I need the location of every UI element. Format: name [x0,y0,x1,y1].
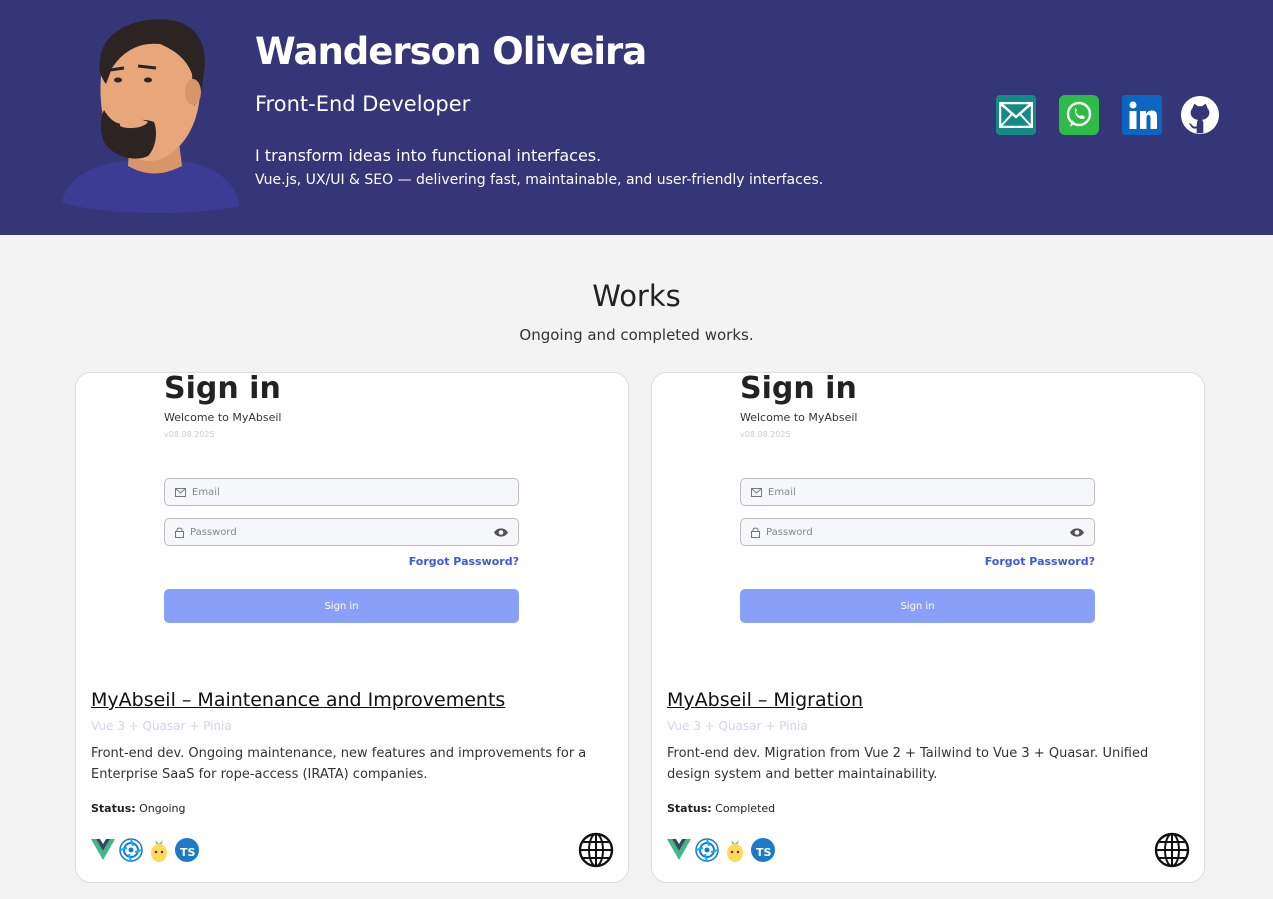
lock-icon [751,527,760,538]
whatsapp-link[interactable] [1059,95,1099,135]
status-value: Completed [715,802,776,815]
profile-name: Wanderson Oliveira [255,30,647,73]
github-icon [1180,95,1220,135]
vue-icon [667,838,691,862]
work-stack: Vue 3 + Quasar + Pinia [667,719,808,733]
preview-version: v08.08.2025 [740,430,791,439]
work-stack: Vue 3 + Quasar + Pinia [91,719,232,733]
profile-role: Front-End Developer [255,92,471,116]
whatsapp-icon [1066,101,1092,127]
preview-signin-title: Sign in [164,372,281,406]
preview-password-field: Password [164,518,519,546]
profile-subtagline: Vue.js, UX/UI & SEO — delivering fast, m… [255,172,824,188]
profile-tagline: I transform ideas into functional interf… [255,146,602,165]
preview-password-field: Password [740,518,1095,546]
preview-forgot-link: Forgot Password? [984,555,1095,568]
status-label: Status: [667,802,712,815]
work-card: Sign in Welcome to MyAbseil v08.08.2025 … [75,372,629,883]
work-card: Sign in Welcome to MyAbseil v08.08.2025 … [651,372,1205,883]
preview-version: v08.08.2025 [164,430,215,439]
eye-icon [1070,528,1084,537]
lock-icon [175,527,184,538]
tech-icons: TS [667,837,775,863]
work-preview-image: Sign in Welcome to MyAbseil v08.08.2025 … [76,373,628,673]
vue-icon [91,838,115,862]
typescript-icon: TS [175,838,199,862]
avatar [62,19,240,214]
linkedin-link[interactable] [1122,95,1162,135]
mail-icon [175,487,186,497]
website-globe-icon[interactable] [578,832,614,868]
work-status: Status: Ongoing [91,802,186,815]
preview-email-field: Email [164,478,519,506]
work-preview-image: Sign in Welcome to MyAbseil v08.08.2025 … [652,373,1204,673]
preview-password-placeholder: Password [190,526,237,538]
pinia-icon [147,838,171,862]
work-description: Front-end dev. Ongoing maintenance, new … [91,746,587,782]
tech-icons: TS [91,837,199,863]
email-link[interactable] [996,95,1036,135]
works-title: Works [592,279,681,313]
preview-welcome-text: Welcome to MyAbseil [164,411,282,424]
work-title-link[interactable]: MyAbseil – Migration [667,689,863,711]
eye-icon [494,528,508,537]
preview-email-field: Email [740,478,1095,506]
preview-forgot-link: Forgot Password? [408,555,519,568]
mail-icon [751,487,762,497]
preview-email-placeholder: Email [768,486,796,498]
preview-signin-button: Sign in [164,589,519,623]
preview-welcome-text: Welcome to MyAbseil [740,411,858,424]
email-icon [999,102,1033,128]
svg-text:TS: TS [180,846,196,859]
website-globe-icon[interactable] [1154,832,1190,868]
quasar-icon [119,838,143,862]
work-description: Front-end dev. Migration from Vue 2 + Ta… [667,746,1149,782]
quasar-icon [695,838,719,862]
work-title-link[interactable]: MyAbseil – Maintenance and Improvements [91,689,505,711]
typescript-icon: TS [751,838,775,862]
preview-signin-title: Sign in [740,372,857,406]
github-link[interactable] [1180,95,1220,135]
work-status: Status: Completed [667,802,775,815]
preview-email-placeholder: Email [192,486,220,498]
status-value: Ongoing [139,802,186,815]
status-label: Status: [91,802,136,815]
linkedin-icon [1129,101,1157,129]
preview-password-placeholder: Password [766,526,813,538]
pinia-icon [723,838,747,862]
svg-text:TS: TS [756,846,772,859]
works-subtitle: Ongoing and completed works. [519,326,754,344]
profile-header: Wanderson Oliveira Front-End Developer I… [0,0,1273,235]
preview-signin-button: Sign in [740,589,1095,623]
social-links [996,95,1226,137]
